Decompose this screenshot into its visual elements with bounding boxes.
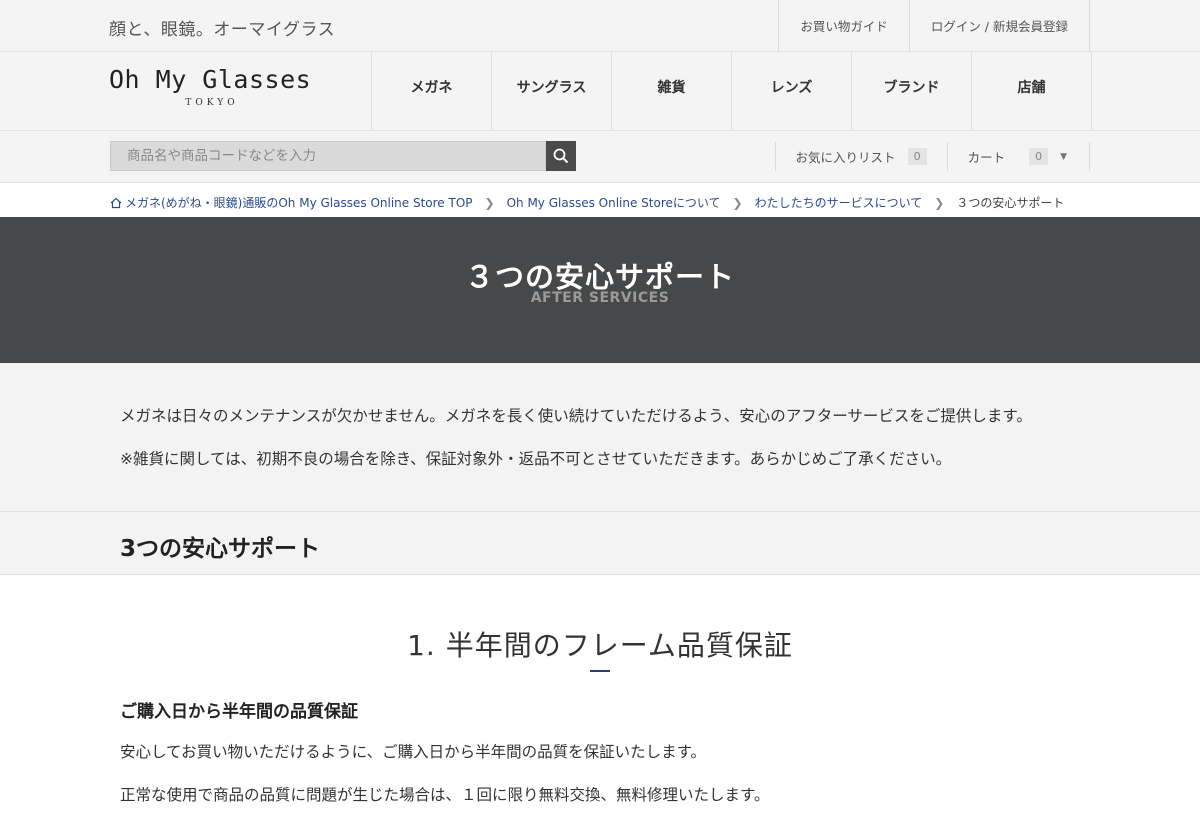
support-item-text: 安心してお買い物いただけるように、ご購入日から半年間の品質を保証いたします。 [120,743,707,761]
search-icon [553,148,569,164]
intro-note: ※雑貨に関しては、初期不良の場合を除き、保証対象外・返品不可とさせていただきます… [120,450,952,468]
breadcrumb: メガネ(めがね・眼鏡)通販のOh My Glasses Online Store… [0,183,1200,217]
nav-item-sunglasses[interactable]: サングラス [491,52,611,130]
home-icon [110,197,122,208]
favorites-count: 0 [907,148,927,165]
support-item-subtitle: ご購入日から半年間の品質保証 [120,702,358,722]
nav-item-stores[interactable]: 店舗 [971,52,1092,130]
nav-item-brands[interactable]: ブランド [851,52,971,130]
support-item-text: 正常な使用で商品の品質に問題が生じた場合は、１回に限り無料交換、無料修理いたしま… [120,786,770,804]
breadcrumb-current: ３つの安心サポート [956,196,1065,210]
logo-tokyo: TOKYO [185,98,239,108]
chevron-right-icon: ❯ [484,195,495,210]
utility-links: お気に入りリスト 0 カート 0 ▼ [774,142,1090,171]
intro-text: メガネは日々のメンテナンスが欠かせません。メガネを長く使い続けていただけるよう、… [120,407,1032,425]
logo-wordmark: Oh My Glasses [109,65,312,94]
chevron-down-icon: ▼ [1060,151,1067,162]
nav-item-glasses[interactable]: メガネ [371,52,491,130]
cart-link[interactable]: カート 0 ▼ [946,142,1090,171]
chevron-right-icon: ❯ [934,195,945,210]
search-button[interactable] [546,141,576,171]
support-item-title: 1. 半年間のフレーム品質保証 [407,629,793,662]
top-links: お買い物ガイド ログイン / 新規会員登録 [778,0,1090,51]
top-bar: 顔と、眼鏡。オーマイグラス お買い物ガイド ログイン / 新規会員登録 [0,0,1200,52]
shopping-guide-link[interactable]: お買い物ガイド [778,0,909,51]
search-input[interactable] [110,141,546,171]
login-register-link[interactable]: ログイン / 新規会員登録 [908,0,1090,51]
nav-item-goods[interactable]: 雑貨 [611,52,731,130]
nav-item-lenses[interactable]: レンズ [731,52,851,130]
cart-label: カート [967,150,1006,165]
breadcrumb-services-link[interactable]: わたしたちのサービスについて [755,194,923,211]
intro-section: メガネは日々のメンテナンスが欠かせません。メガネを長く使い続けていただけるよう、… [0,363,1200,512]
site-header: Oh My Glasses TOKYO メガネ サングラス 雑貨 レンズ ブラン… [0,52,1200,131]
breadcrumb-about-link[interactable]: Oh My Glasses Online Storeについて [507,194,721,211]
title-underline [590,670,610,672]
breadcrumb-home-link[interactable]: メガネ(めがね・眼鏡)通販のOh My Glasses Online Store… [125,194,473,211]
section-heading: 3つの安心サポート [120,536,321,562]
section-heading-bar: 3つの安心サポート [0,512,1200,575]
cart-count: 0 [1029,148,1049,165]
favorites-label: お気に入りリスト [795,150,896,165]
chevron-right-icon: ❯ [732,195,743,210]
site-tagline: 顔と、眼鏡。オーマイグラス [109,20,336,40]
page-title: ３つの安心サポート [464,260,735,294]
favorites-link[interactable]: お気に入りリスト 0 [774,142,947,171]
site-logo[interactable]: Oh My Glasses TOKYO [109,65,319,108]
page-hero: ３つの安心サポート AFTER SERVICES [0,217,1200,363]
page-subtitle: AFTER SERVICES [530,290,670,306]
support-item: 1. 半年間のフレーム品質保証 ご購入日から半年間の品質保証 安心してお買い物い… [0,575,1200,835]
global-nav: メガネ サングラス 雑貨 レンズ ブランド 店舗 [371,52,1092,130]
search-row: お気に入りリスト 0 カート 0 ▼ [0,131,1200,183]
